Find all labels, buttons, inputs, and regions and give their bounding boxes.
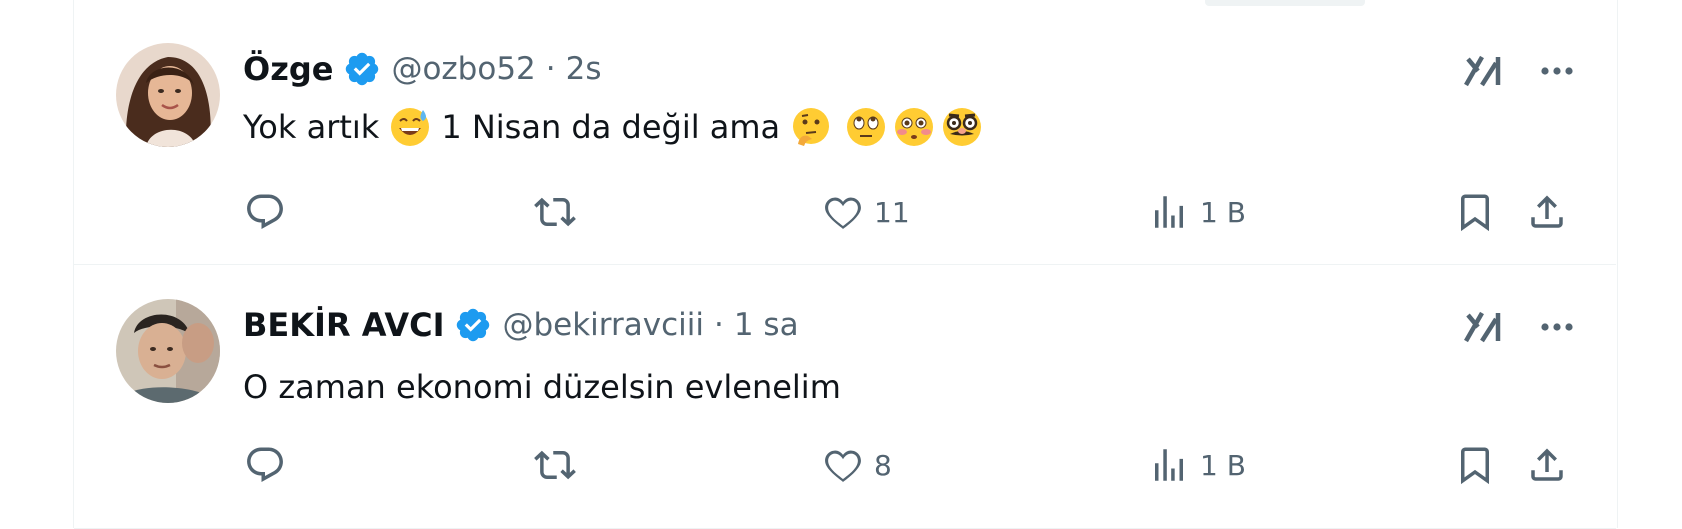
reply-icon xyxy=(247,447,283,482)
views-button[interactable]: 1 B xyxy=(1148,186,1246,238)
verified-badge-icon xyxy=(343,50,381,88)
face-with-rolling-eyes-emoji xyxy=(845,106,887,148)
bookmark-icon xyxy=(1461,447,1489,485)
bookmark-button[interactable] xyxy=(1454,186,1496,238)
retweet-icon xyxy=(534,450,576,480)
like-button[interactable]: 11 xyxy=(822,186,910,238)
timestamp[interactable]: 1 sa xyxy=(734,307,799,343)
tweet-text-content: O zaman ekonomi düzelsin evlenelim xyxy=(243,368,841,406)
views-count: 1 B xyxy=(1200,195,1246,229)
tweet-text: Yok artık 1 Nisan da değil ama xyxy=(243,103,986,151)
retweet-button[interactable] xyxy=(534,439,576,491)
thinking-face-emoji xyxy=(790,106,832,148)
like-count: 11 xyxy=(874,195,910,229)
grinning-face-with-sweat-emoji xyxy=(389,106,431,148)
display-name[interactable]: Özge xyxy=(243,50,333,88)
tweet-text: O zaman ekonomi düzelsin evlenelim xyxy=(243,364,841,410)
more-icon[interactable] xyxy=(1535,51,1579,91)
retweet-button[interactable] xyxy=(534,186,576,238)
share-button[interactable] xyxy=(1526,439,1568,491)
share-icon xyxy=(1531,195,1563,228)
views-count: 1 B xyxy=(1200,448,1246,482)
heart-icon xyxy=(825,450,861,483)
grok-icon[interactable] xyxy=(1462,51,1506,91)
separator-dot: · xyxy=(713,307,724,343)
tweet-text-end: 1 Nisan da değil ama xyxy=(441,108,781,146)
share-button[interactable] xyxy=(1526,186,1568,238)
display-name[interactable]: BEKİR AVCI xyxy=(243,306,444,344)
share-icon xyxy=(1531,448,1563,481)
avatar[interactable] xyxy=(116,299,220,403)
like-button[interactable]: 8 xyxy=(822,439,892,491)
reply-button[interactable] xyxy=(244,186,286,238)
flushed-face-emoji xyxy=(893,106,935,148)
tweet-header: BEKİR AVCI @bekirravciii · 1 sa xyxy=(243,301,799,349)
grok-icon[interactable] xyxy=(1462,307,1506,347)
timestamp[interactable]: 2s xyxy=(566,51,602,87)
reply-button[interactable] xyxy=(244,439,286,491)
user-handle[interactable]: @ozbo52 xyxy=(391,51,535,87)
heart-icon xyxy=(825,197,861,230)
avatar[interactable] xyxy=(116,43,220,147)
separator-dot: · xyxy=(545,51,556,87)
retweet-icon xyxy=(534,197,576,227)
more-icon[interactable] xyxy=(1535,307,1579,347)
tweet-actions: 11 1 B xyxy=(74,186,1616,238)
bookmark-icon xyxy=(1461,194,1489,232)
views-icon xyxy=(1155,449,1183,481)
verified-badge-icon xyxy=(454,306,492,344)
tweet-actions: 8 1 B xyxy=(74,439,1616,491)
bookmark-button[interactable] xyxy=(1454,439,1496,491)
views-button[interactable]: 1 B xyxy=(1148,439,1246,491)
views-icon xyxy=(1155,196,1183,228)
reply-icon xyxy=(247,194,283,229)
tweet-header: Özge @ozbo52 · 2s xyxy=(243,45,602,93)
tweet[interactable]: BEKİR AVCI @bekirravciii · 1 sa O zaman … xyxy=(74,265,1616,529)
user-handle[interactable]: @bekirravciii xyxy=(502,307,704,343)
like-count: 8 xyxy=(874,448,892,482)
disguised-face-emoji xyxy=(941,106,983,148)
tweet-text-start: Yok artık xyxy=(243,108,380,146)
tweet[interactable]: Özge @ozbo52 · 2s Yok artık 1 Nisan da d… xyxy=(74,0,1616,265)
